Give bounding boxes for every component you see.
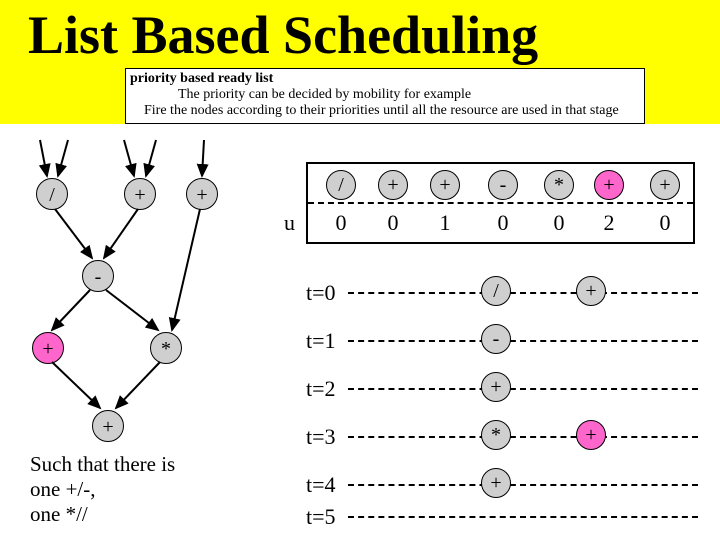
table-col-u: 2 [586, 210, 632, 236]
time-label: t=5 [306, 504, 336, 530]
dag-node-minus: - [82, 260, 114, 292]
dag-node-plus-a: + [124, 178, 156, 210]
timeline-row: t=3 * + [306, 412, 698, 460]
resource-caption: Such that there is one +/-, one *// [30, 452, 175, 528]
time-label: t=2 [306, 376, 336, 402]
dash-line [348, 388, 698, 390]
timeline-row: t=0 / + [306, 268, 698, 316]
table-col-u: 0 [642, 210, 688, 236]
dag-node-mul: * [150, 332, 182, 364]
timeline-row: t=5 [306, 508, 698, 528]
caption-line: Such that there is [30, 452, 175, 477]
caption-line: one +/-, [30, 477, 175, 502]
table-col-u: 0 [480, 210, 526, 236]
dash-line [348, 292, 698, 294]
dash-line [348, 516, 698, 518]
dag-node-plus-d: + [92, 410, 124, 442]
timeline-row: t=2 + [306, 364, 698, 412]
desc-line-2: The priority can be decided by mobility … [178, 87, 640, 103]
timeline-row: t=4 + [306, 460, 698, 508]
dag-node-plus-c: + [32, 332, 64, 364]
sched-op: + [481, 468, 511, 498]
dag-node-div: / [36, 178, 68, 210]
description-box: priority based ready list The priority c… [125, 68, 645, 124]
schedule-timeline: t=0 / + t=1 - t=2 + t=3 * + t=4 + t=5 [306, 268, 698, 528]
dash-line [348, 484, 698, 486]
dag-node-plus-b: + [186, 178, 218, 210]
timeline-row: t=1 - [306, 316, 698, 364]
table-col-u: 0 [536, 210, 582, 236]
time-label: t=1 [306, 328, 336, 354]
dash-line [348, 436, 698, 438]
time-label: t=4 [306, 472, 336, 498]
title-band: List Based Scheduling priority based rea… [0, 0, 720, 124]
table-col-u: 1 [422, 210, 468, 236]
table-col-op: + [642, 170, 688, 200]
sched-op: - [481, 324, 511, 354]
desc-heading: priority based ready list [130, 71, 640, 87]
sched-op: + [481, 372, 511, 402]
table-col-op: / [318, 170, 364, 200]
table-col-op: - [480, 170, 526, 200]
diagram-canvas: / + + - + * + u / [0, 132, 720, 540]
table-divider [308, 202, 693, 204]
caption-line: one *// [30, 502, 175, 527]
time-label: t=0 [306, 280, 336, 306]
u-label: u [284, 210, 295, 236]
sched-op: / [481, 276, 511, 306]
time-label: t=3 [306, 424, 336, 450]
sched-op: * [481, 420, 511, 450]
mobility-table: u / + + - * + + 0 0 1 0 0 2 0 [306, 162, 695, 244]
table-col-op: + [422, 170, 468, 200]
table-col-op: * [536, 170, 582, 200]
desc-line-3: Fire the nodes according to their priori… [144, 103, 640, 119]
table-col-u: 0 [318, 210, 364, 236]
sched-op: + [576, 420, 606, 450]
table-col-u: 0 [370, 210, 416, 236]
sched-op: + [576, 276, 606, 306]
dash-line [348, 340, 698, 342]
table-col-op: + [370, 170, 416, 200]
page-title: List Based Scheduling [28, 4, 720, 66]
table-col-op: + [586, 170, 632, 200]
